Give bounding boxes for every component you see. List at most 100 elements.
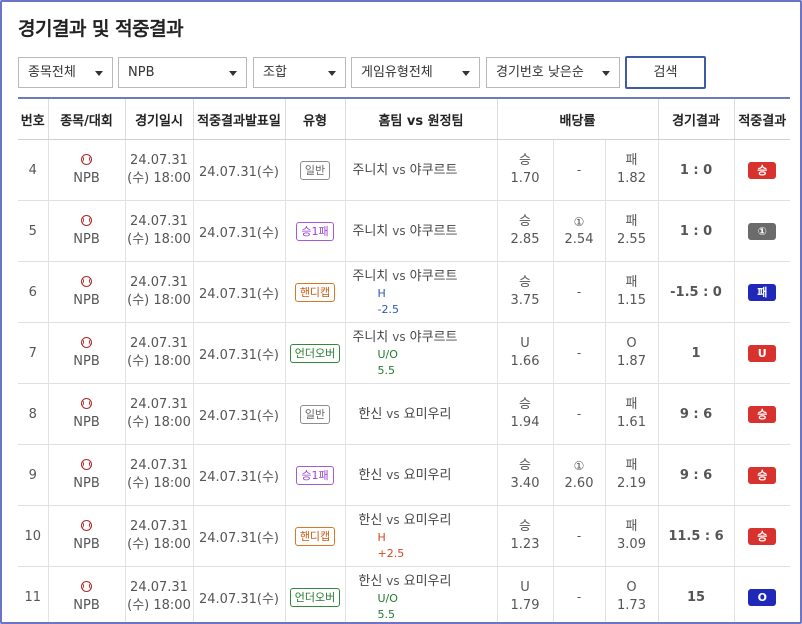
baseball-icon bbox=[81, 336, 92, 348]
row-score: 1 : 0 bbox=[657, 139, 734, 201]
row-no: 7 bbox=[18, 322, 48, 384]
row-hit: ① bbox=[733, 200, 790, 262]
odds-away-value: 1.87 bbox=[617, 354, 646, 369]
vs-label: vs bbox=[386, 512, 400, 527]
away-team: 야쿠르트 bbox=[409, 223, 458, 239]
baseball-icon bbox=[81, 214, 92, 226]
odds-away: 패 2.19 bbox=[604, 444, 658, 506]
odds-home: 승 2.85 bbox=[496, 200, 553, 262]
odds-home-label: 승 bbox=[519, 214, 531, 229]
odds-home-value: 1.66 bbox=[510, 354, 540, 369]
sort-select-label: 경기번호 낮은순 bbox=[496, 65, 584, 80]
row-date-day: 24.07.31 bbox=[130, 275, 188, 290]
game-type-select[interactable]: 게임유형전체 bbox=[351, 57, 480, 88]
chevron-down-icon bbox=[229, 71, 237, 76]
row-date-time: (수) 18:00 bbox=[127, 171, 191, 186]
away-team: 요미우리 bbox=[403, 467, 452, 483]
combo-select[interactable]: 조합 bbox=[253, 57, 346, 88]
table-header: 번호 종목/대회 경기일시 적중결과발표일 유형 홈팀 vs 원정팀 배당률 경… bbox=[18, 97, 790, 140]
table-row: 4 NPB 24.07.31 (수) 18:00 24.07.31(수) 일반 … bbox=[18, 139, 790, 201]
row-date: 24.07.31 (수) 18:00 bbox=[124, 566, 193, 622]
row-type: 승1패 bbox=[284, 444, 345, 506]
odds-draw: - bbox=[552, 139, 605, 201]
type-badge: 언더오버 bbox=[289, 343, 341, 363]
row-type: 핸디캡 bbox=[284, 505, 345, 567]
odds-home: 승 1.70 bbox=[496, 139, 553, 201]
sport-select-label: 종목전체 bbox=[28, 65, 76, 80]
odds-home-label: 승 bbox=[519, 458, 531, 473]
game-type-select-label: 게임유형전체 bbox=[361, 65, 433, 80]
match-handicap: U/O 5.5 bbox=[377, 591, 398, 621]
row-match: 한신 vs 요미우리 H +2.5 bbox=[344, 505, 497, 567]
results-panel: 경기결과 및 적중결과 종목전체 NPB 조합 게임유형전체 경기번호 낮은순 … bbox=[0, 0, 802, 624]
odds-home-value: 1.23 bbox=[510, 537, 540, 552]
row-date: 24.07.31 (수) 18:00 bbox=[124, 200, 193, 262]
row-match: 주니치 vs 야쿠르트 bbox=[344, 139, 497, 201]
row-date: 24.07.31 (수) 18:00 bbox=[124, 261, 193, 323]
row-no: 10 bbox=[18, 505, 48, 567]
odds-home: U 1.79 bbox=[496, 566, 553, 622]
hit-badge: U bbox=[748, 344, 777, 362]
vs-label: vs bbox=[392, 223, 406, 238]
odds-home-label: U bbox=[520, 580, 530, 595]
away-team: 요미우리 bbox=[403, 512, 452, 528]
hit-badge: 승 bbox=[748, 466, 777, 484]
row-sport: NPB bbox=[47, 322, 125, 384]
odds-home-value: 3.40 bbox=[510, 476, 540, 491]
odds-away-label: 패 bbox=[625, 214, 638, 229]
row-date-time: (수) 18:00 bbox=[127, 537, 191, 552]
odds-away-label: O bbox=[626, 580, 637, 595]
odds-draw: - bbox=[552, 566, 605, 622]
table-row: 8 NPB 24.07.31 (수) 18:00 24.07.31(수) 일반 … bbox=[18, 383, 790, 445]
row-sport: NPB bbox=[47, 261, 125, 323]
baseball-icon bbox=[81, 458, 92, 470]
row-score: 9 : 6 bbox=[657, 383, 734, 445]
odds-draw-label: ① bbox=[573, 215, 585, 229]
results-body: 4 NPB 24.07.31 (수) 18:00 24.07.31(수) 일반 … bbox=[18, 139, 790, 622]
type-badge: 일반 bbox=[299, 404, 331, 424]
match-teams: 한신 vs 요미우리 bbox=[346, 572, 483, 591]
sort-select[interactable]: 경기번호 낮은순 bbox=[486, 57, 620, 88]
match-teams: 한신 vs 요미우리 bbox=[346, 405, 483, 424]
search-button[interactable]: 검색 bbox=[625, 56, 706, 89]
away-team: 야쿠르트 bbox=[409, 162, 458, 178]
row-no: 4 bbox=[18, 139, 48, 201]
hit-badge: ① bbox=[748, 222, 777, 240]
odds-home-label: 승 bbox=[519, 153, 531, 168]
vs-label: vs bbox=[392, 268, 406, 283]
hit-badge: 승 bbox=[748, 405, 777, 423]
odds-draw: - bbox=[552, 383, 605, 445]
odds-home-label: 승 bbox=[519, 519, 531, 534]
row-match: 주니치 vs 야쿠르트 U/O 5.5 bbox=[344, 322, 497, 384]
type-badge: 언더오버 bbox=[289, 587, 341, 607]
hit-badge: 패 bbox=[748, 283, 777, 301]
row-sport: NPB bbox=[47, 566, 125, 622]
row-no: 11 bbox=[18, 566, 48, 622]
type-badge: 핸디캡 bbox=[294, 526, 336, 546]
type-badge: 핸디캡 bbox=[294, 282, 336, 302]
odds-away: 패 2.55 bbox=[604, 200, 658, 262]
row-date-time: (수) 18:00 bbox=[127, 293, 191, 308]
league-select[interactable]: NPB bbox=[118, 57, 247, 88]
odds-draw: ① 2.60 bbox=[552, 444, 605, 506]
away-team: 요미우리 bbox=[403, 406, 452, 422]
match-teams: 주니치 vs 야쿠르트 bbox=[346, 222, 483, 241]
odds-draw-label: ① bbox=[573, 459, 585, 473]
odds-away-label: 패 bbox=[625, 275, 638, 290]
odds-away: O 1.87 bbox=[604, 322, 658, 384]
hit-badge: 승 bbox=[748, 161, 777, 179]
chevron-down-icon bbox=[602, 71, 610, 76]
row-type: 언더오버 bbox=[284, 322, 345, 384]
away-team: 야쿠르트 bbox=[409, 268, 458, 284]
header-type: 유형 bbox=[284, 97, 345, 140]
row-hit: 승 bbox=[733, 139, 790, 201]
row-league: NPB bbox=[73, 536, 100, 552]
row-date-time: (수) 18:00 bbox=[127, 598, 191, 613]
match-teams: 한신 vs 요미우리 bbox=[346, 511, 483, 530]
row-league: NPB bbox=[73, 170, 100, 186]
odds-away-value: 1.61 bbox=[617, 415, 646, 430]
row-no: 8 bbox=[18, 383, 48, 445]
sport-select[interactable]: 종목전체 bbox=[18, 57, 113, 88]
row-hit: 패 bbox=[733, 261, 790, 323]
row-announce: 24.07.31(수) bbox=[192, 261, 285, 323]
